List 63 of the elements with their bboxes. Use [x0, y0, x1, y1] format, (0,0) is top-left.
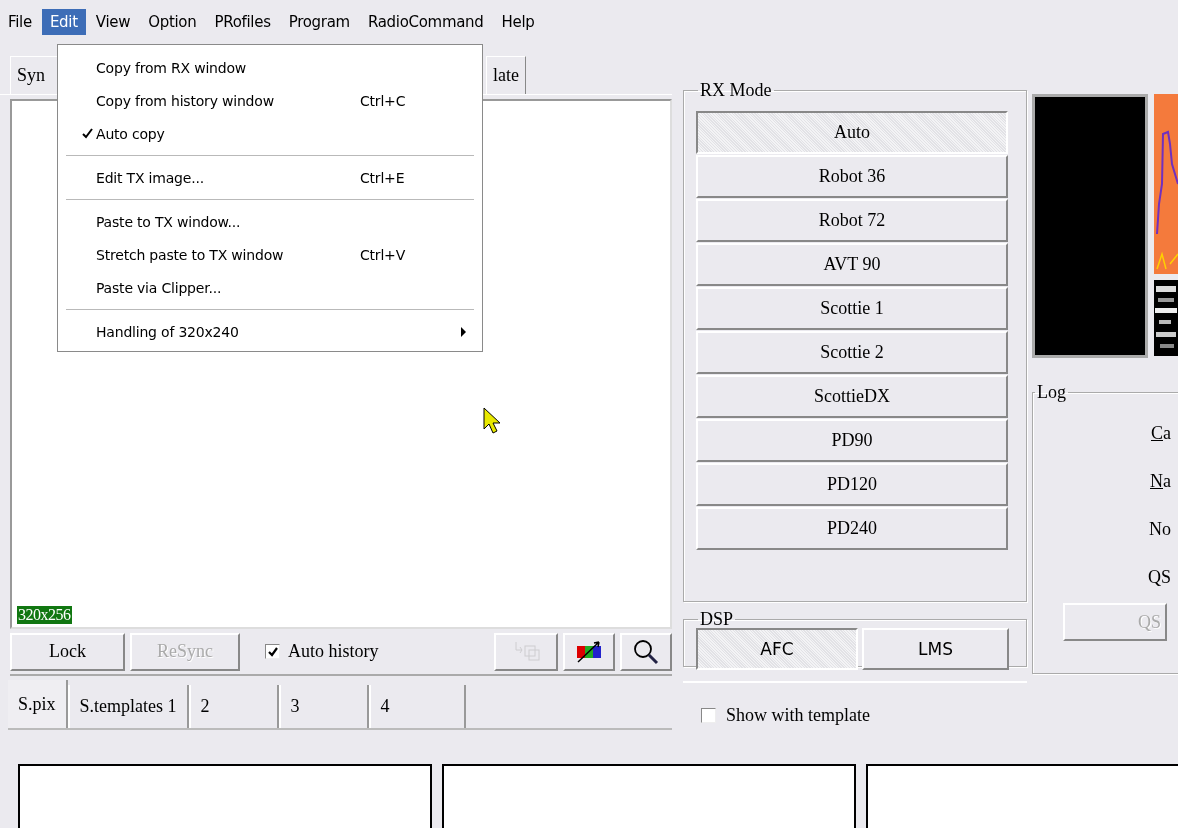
mode-button[interactable]: Scottie 1 [696, 287, 1008, 330]
field-label: QS [1147, 566, 1171, 589]
menu-item[interactable]: View [87, 9, 139, 35]
mode-button[interactable]: Auto [696, 111, 1008, 154]
search-icon [632, 637, 660, 666]
shortcut-label: Ctrl+C [360, 92, 407, 109]
submenu-arrow-icon [461, 327, 466, 337]
group-title: RX Mode [699, 80, 773, 101]
menu-label: Auto copy [96, 125, 165, 142]
mode-button[interactable]: Scottie 2 [696, 331, 1008, 374]
tab[interactable]: S.pix [8, 680, 68, 728]
checkbox-label: Show with template [726, 704, 870, 726]
menu-item[interactable]: Option [140, 9, 205, 35]
menu-item[interactable]: Auto copy [58, 117, 482, 150]
menu-item[interactable]: Handling of 320x240 [58, 315, 482, 348]
mode-button[interactable]: AVT 90 [696, 243, 1008, 286]
field-label: Na [1149, 470, 1171, 493]
checkbox-label: Auto history [288, 641, 379, 662]
image-size-label: 320x256 [17, 606, 72, 624]
checkbox[interactable] [701, 707, 716, 723]
dsp-button[interactable]: AFC [696, 628, 858, 670]
mouse-pointer-icon [483, 407, 502, 435]
tab[interactable]: 3 [278, 685, 369, 728]
tab[interactable]: 2 [188, 685, 279, 728]
menu-item[interactable]: Edit [41, 9, 86, 35]
menu-item[interactable]: Paste via Clipper... [58, 271, 482, 304]
shortcut-label: Ctrl+V [360, 246, 407, 263]
icon-button[interactable] [563, 632, 615, 671]
dsp-button[interactable]: LMS [862, 628, 1009, 670]
menu-label: Copy from RX window [96, 59, 247, 76]
menu-item[interactable]: Paste to TX window... [58, 205, 482, 238]
menu-label: Stretch paste to TX window [96, 246, 284, 263]
mode-button[interactable]: PD120 [696, 463, 1008, 506]
mode-button[interactable]: PD240 [696, 507, 1008, 550]
menu-label: Paste to TX window... [96, 213, 241, 230]
field-label: Ca [1150, 422, 1171, 445]
toolbar-button[interactable]: Lock [10, 632, 125, 671]
group-title: Log [1036, 382, 1067, 403]
menu-label: Edit TX image... [96, 169, 204, 186]
menu-item[interactable]: File [0, 9, 40, 35]
mode-button[interactable]: Robot 72 [696, 199, 1008, 242]
menu-label: Handling of 320x240 [96, 323, 239, 340]
thumbnail-slot[interactable] [18, 764, 432, 828]
thumbnail-slot[interactable] [442, 764, 856, 828]
tab[interactable]: late [486, 56, 526, 94]
tab[interactable]: S.templates 1 [67, 685, 189, 728]
checkbox[interactable] [265, 644, 280, 659]
menu-label: Copy from history window [96, 92, 274, 109]
mode-button[interactable]: PD90 [696, 419, 1008, 462]
menu-item[interactable]: Edit TX image... Ctrl+E [58, 161, 482, 194]
field-label: No [1148, 518, 1171, 541]
menu-item[interactable]: Program [280, 9, 358, 35]
menu-item[interactable]: PRofiles [206, 9, 279, 35]
menu-item[interactable]: Help [493, 9, 543, 35]
mode-button[interactable]: Robot 36 [696, 155, 1008, 198]
tab[interactable]: 4 [368, 685, 466, 728]
shortcut-label: Ctrl+E [360, 169, 406, 186]
menu-label: Paste via Clipper... [96, 279, 222, 296]
mode-button[interactable]: ScottieDX [696, 375, 1008, 418]
group-title: DSP [699, 609, 735, 630]
menu-item[interactable]: RadioCommand [359, 9, 492, 35]
menu-item[interactable]: Stretch paste to TX window Ctrl+V [58, 238, 482, 271]
icon-button[interactable] [620, 632, 672, 671]
